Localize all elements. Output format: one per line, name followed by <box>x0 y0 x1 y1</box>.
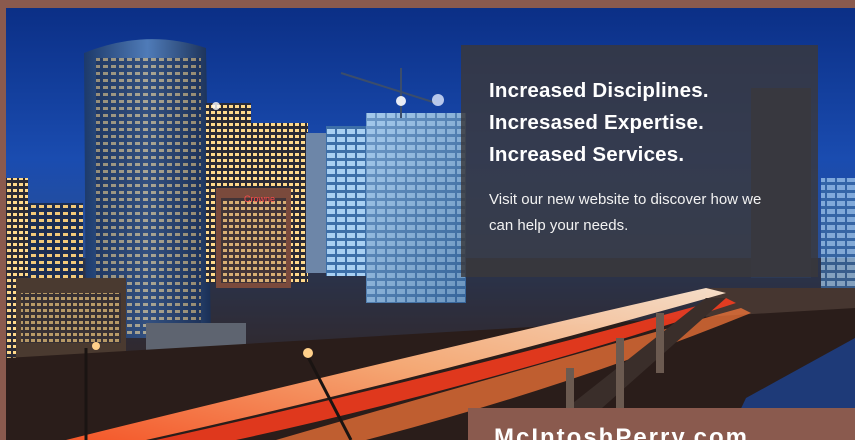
headline-line-1: Increased Disciplines. <box>489 79 709 102</box>
promo-body-text: Visit our new website to discover how we… <box>489 191 762 234</box>
headline-line-2: Incresased Expertise. <box>489 111 705 134</box>
banner-frame: Crowne Increased Disciplines. Incresased… <box>0 0 855 440</box>
promo-panel: Increased Disciplines. Incresased Expert… <box>461 45 818 277</box>
promo-headline: Increased Disciplines. Incresased Expert… <box>489 75 790 171</box>
website-url-link[interactable]: McIntoshPerry.com <box>494 424 749 440</box>
building-sign: Crowne <box>244 194 275 204</box>
headline-line-3: Increased Services. <box>489 143 685 166</box>
website-url-bar[interactable]: McIntoshPerry.com <box>468 408 855 440</box>
